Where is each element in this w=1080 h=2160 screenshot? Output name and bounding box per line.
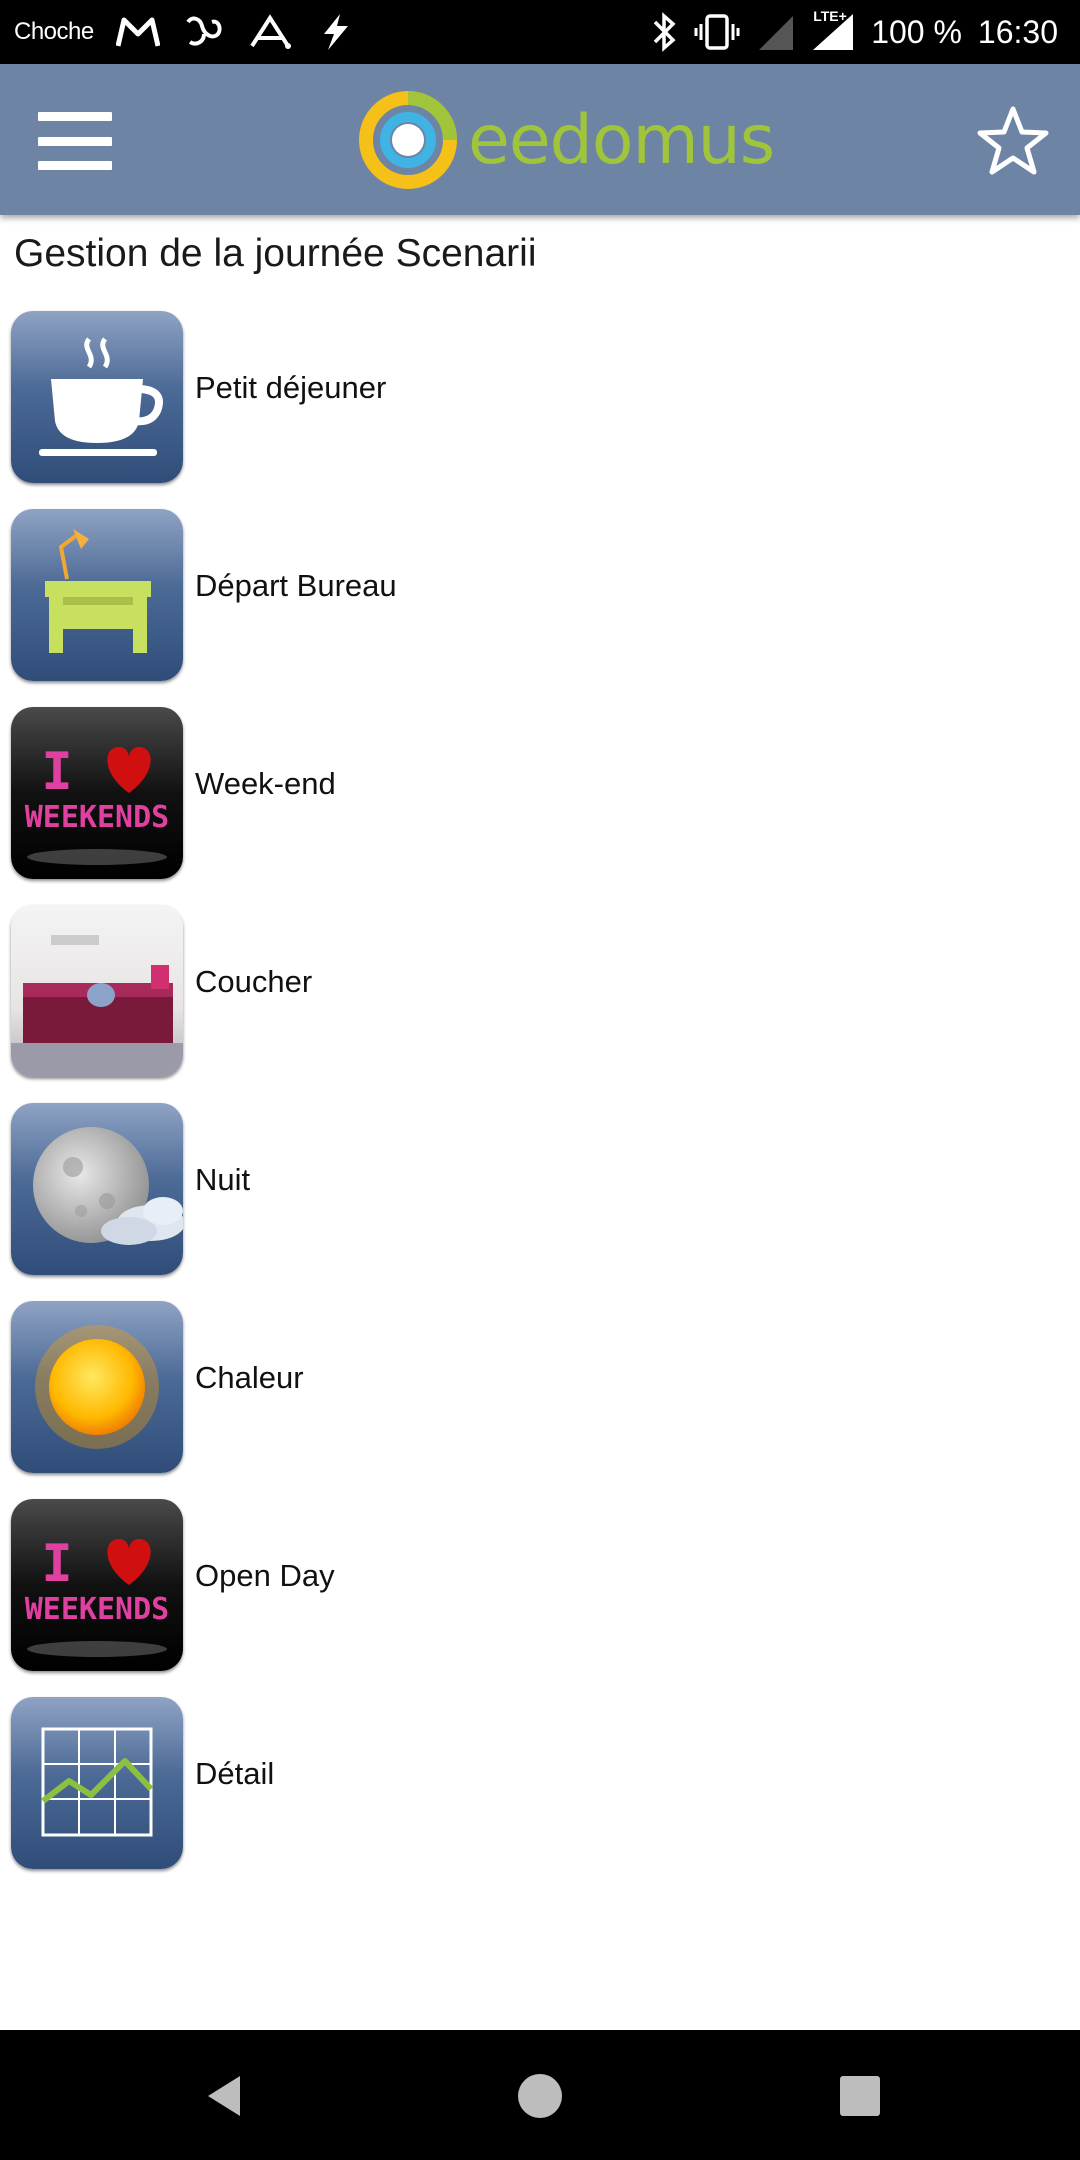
eedomus-logo: eedomus xyxy=(358,90,775,190)
svg-text:I: I xyxy=(41,742,72,802)
scenario-item-nuit[interactable]: Nuit xyxy=(0,1100,1080,1298)
page-title: Gestion de la journée Scenarii xyxy=(14,232,537,275)
i-love-weekends-icon: I WEEKENDS xyxy=(11,1499,183,1671)
scenario-label: Open Day xyxy=(195,1558,335,1593)
bedroom-photo-icon xyxy=(11,905,183,1077)
scenario-label: Petit déjeuner xyxy=(195,370,387,405)
scenario-label: Nuit xyxy=(195,1162,251,1197)
navigation-bar xyxy=(0,2030,1080,2160)
scenario-item-depart-bureau[interactable]: Départ Bureau xyxy=(0,506,1080,704)
back-icon[interactable] xyxy=(196,2068,252,2124)
scenario-item-petit-dejeuner[interactable]: Petit déjeuner xyxy=(0,308,1080,506)
app-notification-icon-2 xyxy=(250,14,291,49)
app-notification-icon xyxy=(186,16,222,46)
battery-percentage: 100 % xyxy=(871,13,962,50)
scenario-item-chaleur[interactable]: Chaleur xyxy=(0,1298,1080,1496)
eedomus-logo-mark xyxy=(359,91,457,189)
scenario-label: Coucher xyxy=(195,964,313,999)
scenario-label: Détail xyxy=(195,1756,275,1791)
logo-text: eedomus xyxy=(468,100,775,180)
svg-text:WEEKENDS: WEEKENDS xyxy=(25,1592,170,1627)
desk-lamp-icon xyxy=(11,509,183,681)
lte-signal-icon: LTE+ xyxy=(811,8,855,52)
scenario-label: Week-end xyxy=(195,766,336,801)
scenario-label: Départ Bureau xyxy=(195,568,397,603)
charging-bolt-icon xyxy=(323,14,348,50)
coffee-cup-icon xyxy=(11,311,183,483)
scenario-item-coucher[interactable]: Coucher xyxy=(0,902,1080,1100)
home-icon[interactable] xyxy=(512,2068,568,2124)
scenario-label: Chaleur xyxy=(195,1360,304,1395)
i-love-weekends-icon: I WEEKENDS xyxy=(11,707,183,879)
recent-apps-icon[interactable] xyxy=(832,2068,888,2124)
lte-badge: LTE+ xyxy=(813,8,847,24)
scenario-list: Petit déjeuner Départ Bureau I WEEKENDS … xyxy=(0,308,1080,1892)
bluetooth-icon xyxy=(653,12,676,52)
scenario-item-detail[interactable]: Détail xyxy=(0,1694,1080,1892)
sun-icon xyxy=(11,1301,183,1473)
moon-cloud-icon xyxy=(11,1103,183,1275)
star-icon[interactable] xyxy=(976,104,1050,178)
clock: 16:30 xyxy=(977,13,1058,50)
scenario-item-open-day[interactable]: I WEEKENDS Open Day xyxy=(0,1496,1080,1694)
app-bar: eedomus xyxy=(0,64,1080,215)
signal-empty-icon xyxy=(759,16,794,50)
gmail-notification-icon xyxy=(115,17,160,47)
svg-text:WEEKENDS: WEEKENDS xyxy=(25,800,170,835)
vibrate-icon xyxy=(694,14,740,50)
scenario-item-week-end[interactable]: I WEEKENDS Week-end xyxy=(0,704,1080,902)
status-bar: Choche LTE+ 100 % 16:30 xyxy=(0,0,1080,64)
hamburger-menu-icon[interactable] xyxy=(38,112,112,170)
carrier-label: Choche xyxy=(14,18,94,45)
line-chart-icon xyxy=(11,1697,183,1869)
svg-text:I: I xyxy=(41,1534,72,1594)
